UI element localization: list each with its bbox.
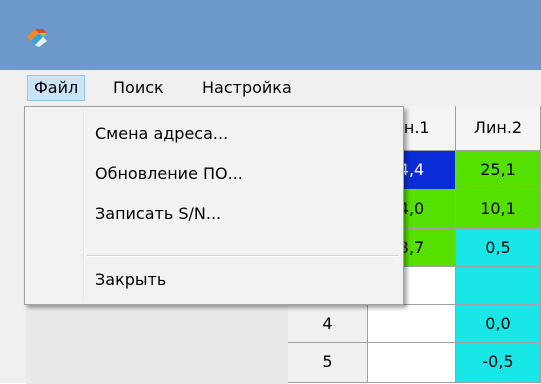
menu-settings[interactable]: Настройка <box>196 75 298 101</box>
table-cell-line2[interactable]: 0,5 <box>456 229 541 267</box>
table-cell-line1[interactable] <box>368 305 456 343</box>
menu-item-change-address[interactable]: Смена адреса... <box>85 118 395 150</box>
menu-item-close[interactable]: Закрыть <box>85 264 395 296</box>
panel-button[interactable] <box>26 301 288 384</box>
menu-file[interactable]: Файл <box>27 75 86 101</box>
menu-search[interactable]: Поиск <box>107 75 170 101</box>
table-cell-line2[interactable]: -0,5 <box>456 343 541 383</box>
menu-item-firmware-update[interactable]: Обновление ПО... <box>85 158 395 190</box>
file-menu-dropdown: Смена адреса... Обновление ПО... Записат… <box>24 106 404 305</box>
table-cell-line1[interactable] <box>368 343 456 383</box>
row-number-cell: 4 <box>288 305 368 343</box>
table-cell-line2[interactable]: 25,1 <box>456 151 541 190</box>
column-header-line2[interactable]: Лин.2 <box>456 106 541 151</box>
table-cell-line2[interactable]: 10,1 <box>456 190 541 229</box>
menu-separator <box>87 255 399 257</box>
table-cell-line2[interactable]: 0,0 <box>456 305 541 343</box>
title-bar <box>0 0 541 70</box>
menu-bar: Файл Поиск Настройка <box>0 70 541 106</box>
row-number-cell: 5 <box>288 343 368 383</box>
menu-item-write-serial[interactable]: Записать S/N... <box>85 198 395 230</box>
table-cell-line2[interactable] <box>456 267 541 305</box>
app-logo-icon <box>27 29 47 47</box>
